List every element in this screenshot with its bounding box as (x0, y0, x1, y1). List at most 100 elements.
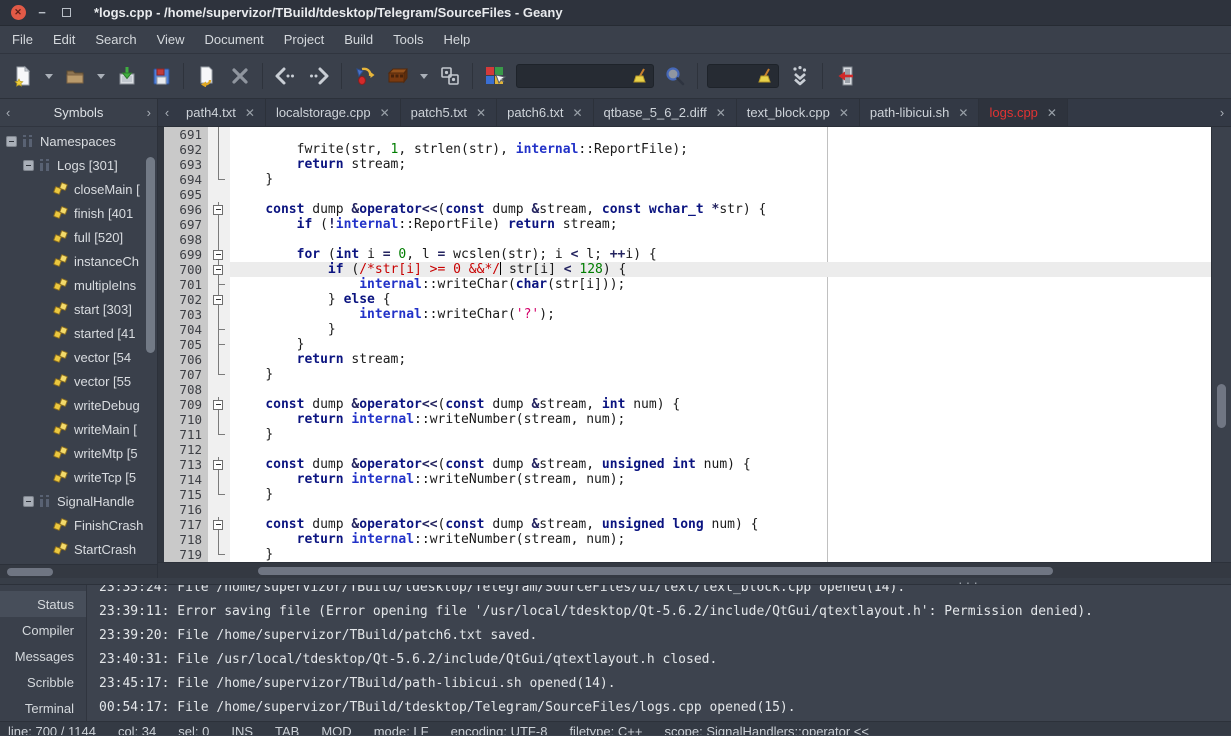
revert-button[interactable] (189, 59, 223, 93)
tree-item-closemain[interactable]: closeMain [ (0, 177, 157, 201)
fold-marker[interactable] (208, 517, 230, 532)
tree-item-finishcrash[interactable]: FinishCrash (0, 513, 157, 537)
tab-localstorage-cpp[interactable]: localstorage.cpp ✕ (266, 99, 401, 126)
panel-tab-status[interactable]: Status (0, 591, 86, 617)
sidebar-tab-scroll-left[interactable]: ‹ (6, 105, 10, 120)
run-button[interactable] (433, 59, 467, 93)
panel-splitter[interactable]: ··· (0, 574, 1231, 590)
code-line-715[interactable]: } (230, 487, 1211, 502)
tab-text-block-cpp[interactable]: text_block.cpp ✕ (737, 99, 860, 126)
editor-vscrollbar-thumb[interactable] (1217, 384, 1226, 428)
tab-close-icon[interactable]: ✕ (245, 106, 255, 120)
menu-tools[interactable]: Tools (383, 28, 433, 51)
sidebar-tab-scroll-right[interactable]: › (147, 105, 151, 120)
code-line-698[interactable] (230, 232, 1211, 247)
tree-item-writemtp-5[interactable]: writeMtp [5 (0, 441, 157, 465)
editor-vscrollbar[interactable] (1211, 127, 1231, 562)
code-area[interactable]: fwrite(str, 1, strlen(str), internal::Re… (230, 127, 1211, 562)
code-line-714[interactable]: return internal::writeNumber(stream, num… (230, 472, 1211, 487)
tab-close-icon[interactable]: ✕ (958, 106, 968, 120)
menu-view[interactable]: View (147, 28, 195, 51)
code-line-694[interactable]: } (230, 172, 1211, 187)
panel-tab-compiler[interactable]: Compiler (0, 617, 86, 643)
tab-close-icon[interactable]: ✕ (380, 106, 390, 120)
code-line-697[interactable]: if (!internal::ReportFile) return stream… (230, 217, 1211, 232)
fold-marker[interactable] (208, 397, 230, 412)
editor-hscrollbar-thumb[interactable] (258, 567, 1053, 575)
code-line-713[interactable]: const dump &operator<<(const dump &strea… (230, 457, 1211, 472)
tree-item-namespaces[interactable]: Namespaces (0, 129, 157, 153)
search-input[interactable] (516, 64, 654, 88)
code-line-716[interactable] (230, 502, 1211, 517)
fold-collapse-icon[interactable] (213, 204, 223, 215)
open-file-dropdown[interactable] (92, 59, 110, 93)
menu-search[interactable]: Search (85, 28, 146, 51)
editor[interactable]: 691 692 693 694 695 696 697 698 699 700 701 702 703 7… (158, 127, 1231, 562)
tree-item-writedebug[interactable]: writeDebug (0, 393, 157, 417)
status-message[interactable]: 23:39:11: Error saving file (Error openi… (99, 600, 1231, 624)
code-line-707[interactable]: } (230, 367, 1211, 382)
tree-item-full-520[interactable]: full [520] (0, 225, 157, 249)
broom-icon[interactable] (758, 68, 774, 84)
broom-icon[interactable] (633, 68, 649, 84)
window-maximize-button[interactable] (56, 3, 76, 23)
fold-marker[interactable] (208, 247, 230, 262)
tab-path4-txt[interactable]: path4.txt ✕ (176, 99, 266, 126)
sidebar-hscrollbar-thumb[interactable] (7, 568, 53, 576)
tab-close-icon[interactable]: ✕ (716, 106, 726, 120)
menu-edit[interactable]: Edit (43, 28, 85, 51)
tab-close-icon[interactable]: ✕ (572, 106, 582, 120)
panel-tab-terminal[interactable]: Terminal (0, 695, 86, 721)
save-button[interactable] (110, 59, 144, 93)
menu-build[interactable]: Build (334, 28, 383, 51)
tab-qtbase-5-6-2-diff[interactable]: qtbase_5_6_2.diff ✕ (594, 99, 737, 126)
fold-margin[interactable] (208, 127, 230, 562)
tab-close-icon[interactable]: ✕ (839, 106, 849, 120)
tab-patch5-txt[interactable]: patch5.txt ✕ (401, 99, 498, 126)
menu-document[interactable]: Document (195, 28, 274, 51)
close-document-button[interactable] (223, 59, 257, 93)
save-all-button[interactable] (144, 59, 178, 93)
code-line-696[interactable]: const dump &operator<<(const dump &strea… (230, 202, 1211, 217)
status-message[interactable]: 23:39:20: File /home/supervizor/TBuild/p… (99, 624, 1231, 648)
fold-collapse-icon[interactable] (213, 399, 223, 410)
fold-collapse-icon[interactable] (213, 264, 223, 275)
tree-item-vector-54[interactable]: vector [54 (0, 345, 157, 369)
tab-close-icon[interactable]: ✕ (1047, 106, 1057, 120)
goto-line-button[interactable] (783, 59, 817, 93)
code-line-706[interactable]: return stream; (230, 352, 1211, 367)
status-message[interactable]: 00:54:17: File /home/supervizor/TBuild/t… (99, 696, 1231, 720)
fold-marker[interactable] (208, 292, 230, 307)
status-message[interactable]: 23:40:31: File /usr/local/tdesktop/Qt-5.… (99, 648, 1231, 672)
tabbar-scroll-right[interactable]: › (1213, 99, 1231, 126)
tree-item-vector-55[interactable]: vector [55 (0, 369, 157, 393)
fold-marker[interactable] (208, 202, 230, 217)
expander-icon[interactable] (23, 495, 34, 507)
fold-marker[interactable] (208, 262, 230, 277)
tree-item-startcrash[interactable]: StartCrash (0, 537, 157, 561)
code-line-711[interactable]: } (230, 427, 1211, 442)
code-line-718[interactable]: return internal::writeNumber(stream, num… (230, 532, 1211, 547)
sidebar-vscrollbar-thumb[interactable] (146, 157, 155, 353)
tree-item-writemain[interactable]: writeMain [ (0, 417, 157, 441)
tab-close-icon[interactable]: ✕ (476, 106, 486, 120)
tabbar-scroll-left[interactable]: ‹ (158, 99, 176, 126)
new-file-button[interactable] (6, 59, 40, 93)
fold-collapse-icon[interactable] (213, 459, 223, 470)
build-dropdown[interactable] (415, 59, 433, 93)
tree-item-multipleins[interactable]: multipleIns (0, 273, 157, 297)
code-line-708[interactable] (230, 382, 1211, 397)
tree-item-finish-401[interactable]: finish [401 (0, 201, 157, 225)
menu-help[interactable]: Help (434, 28, 481, 51)
tab-logs-cpp[interactable]: logs.cpp ✕ (979, 99, 1068, 126)
code-line-704[interactable]: } (230, 322, 1211, 337)
code-line-703[interactable]: internal::writeChar('?'); (230, 307, 1211, 322)
new-file-dropdown[interactable] (40, 59, 58, 93)
panel-tab-scribble[interactable]: Scribble (0, 669, 86, 695)
search-button[interactable] (658, 59, 692, 93)
compile-button[interactable] (347, 59, 381, 93)
build-button[interactable] (381, 59, 415, 93)
code-line-691[interactable] (230, 127, 1211, 142)
expander-icon[interactable] (23, 159, 34, 171)
fold-collapse-icon[interactable] (213, 519, 223, 530)
